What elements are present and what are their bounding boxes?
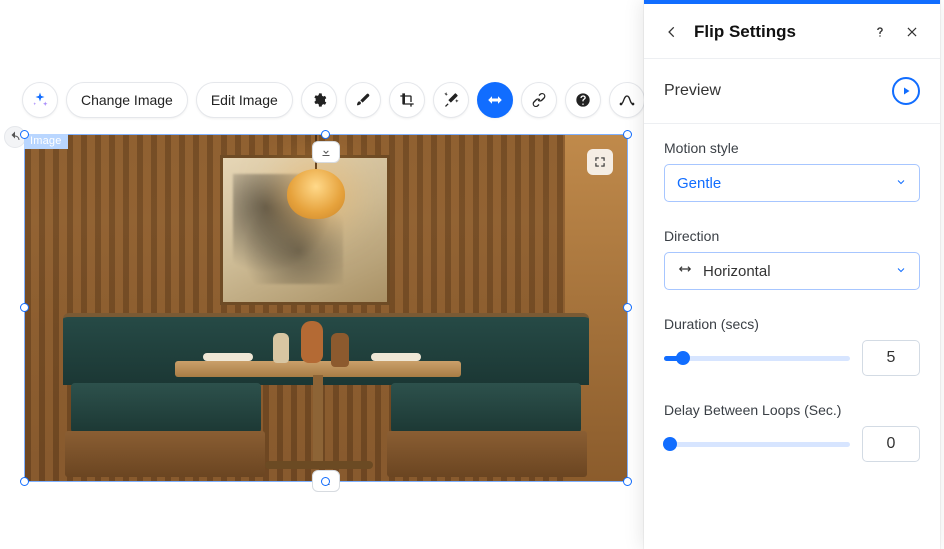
direction-value: Horizontal bbox=[703, 263, 771, 280]
restaurant-image bbox=[25, 135, 627, 481]
crop-icon[interactable] bbox=[389, 82, 425, 118]
resize-handle[interactable] bbox=[321, 477, 330, 486]
resize-handle[interactable] bbox=[623, 130, 632, 139]
resize-handle[interactable] bbox=[20, 303, 29, 312]
direction-select[interactable]: Horizontal bbox=[664, 252, 920, 290]
horizontal-arrows-icon bbox=[677, 262, 693, 280]
brush-icon[interactable] bbox=[345, 82, 381, 118]
panel-title: Flip Settings bbox=[694, 22, 858, 42]
resize-handle[interactable] bbox=[623, 477, 632, 486]
resize-handle[interactable] bbox=[20, 130, 29, 139]
flip-settings-panel: Flip Settings Preview Motion style Gentl… bbox=[644, 0, 940, 549]
duration-input[interactable]: 5 bbox=[862, 340, 920, 376]
download-top-icon[interactable] bbox=[312, 141, 340, 163]
selection-type-label: Image bbox=[24, 134, 68, 149]
duration-slider[interactable] bbox=[664, 348, 850, 368]
direction-label: Direction bbox=[664, 228, 920, 244]
help-icon[interactable] bbox=[565, 82, 601, 118]
duration-label: Duration (secs) bbox=[664, 316, 920, 332]
delay-input[interactable]: 0 bbox=[862, 426, 920, 462]
expand-icon[interactable] bbox=[587, 149, 613, 175]
path-icon[interactable] bbox=[609, 82, 645, 118]
back-button[interactable] bbox=[662, 22, 682, 42]
preview-label: Preview bbox=[664, 82, 721, 100]
panel-help-icon[interactable] bbox=[870, 22, 890, 42]
preview-play-button[interactable] bbox=[892, 77, 920, 105]
image-toolbar: Change Image Edit Image bbox=[22, 82, 645, 118]
link-icon[interactable] bbox=[521, 82, 557, 118]
close-button[interactable] bbox=[902, 22, 922, 42]
edit-image-button[interactable]: Edit Image bbox=[196, 82, 293, 118]
image-selection-frame[interactable]: Image bbox=[24, 134, 628, 482]
delay-label: Delay Between Loops (Sec.) bbox=[664, 402, 920, 418]
chevron-down-icon bbox=[895, 175, 907, 192]
chevron-down-icon bbox=[895, 263, 907, 280]
delay-slider[interactable] bbox=[664, 434, 850, 454]
motion-style-value: Gentle bbox=[677, 175, 721, 192]
resize-handle[interactable] bbox=[321, 130, 330, 139]
motion-style-select[interactable]: Gentle bbox=[664, 164, 920, 202]
magic-wand-icon[interactable] bbox=[433, 82, 469, 118]
resize-handle[interactable] bbox=[623, 303, 632, 312]
settings-icon[interactable] bbox=[301, 82, 337, 118]
change-image-button[interactable]: Change Image bbox=[66, 82, 188, 118]
flip-animation-icon[interactable] bbox=[477, 82, 513, 118]
motion-style-label: Motion style bbox=[664, 140, 920, 156]
sparkle-icon[interactable] bbox=[22, 82, 58, 118]
resize-handle[interactable] bbox=[20, 477, 29, 486]
